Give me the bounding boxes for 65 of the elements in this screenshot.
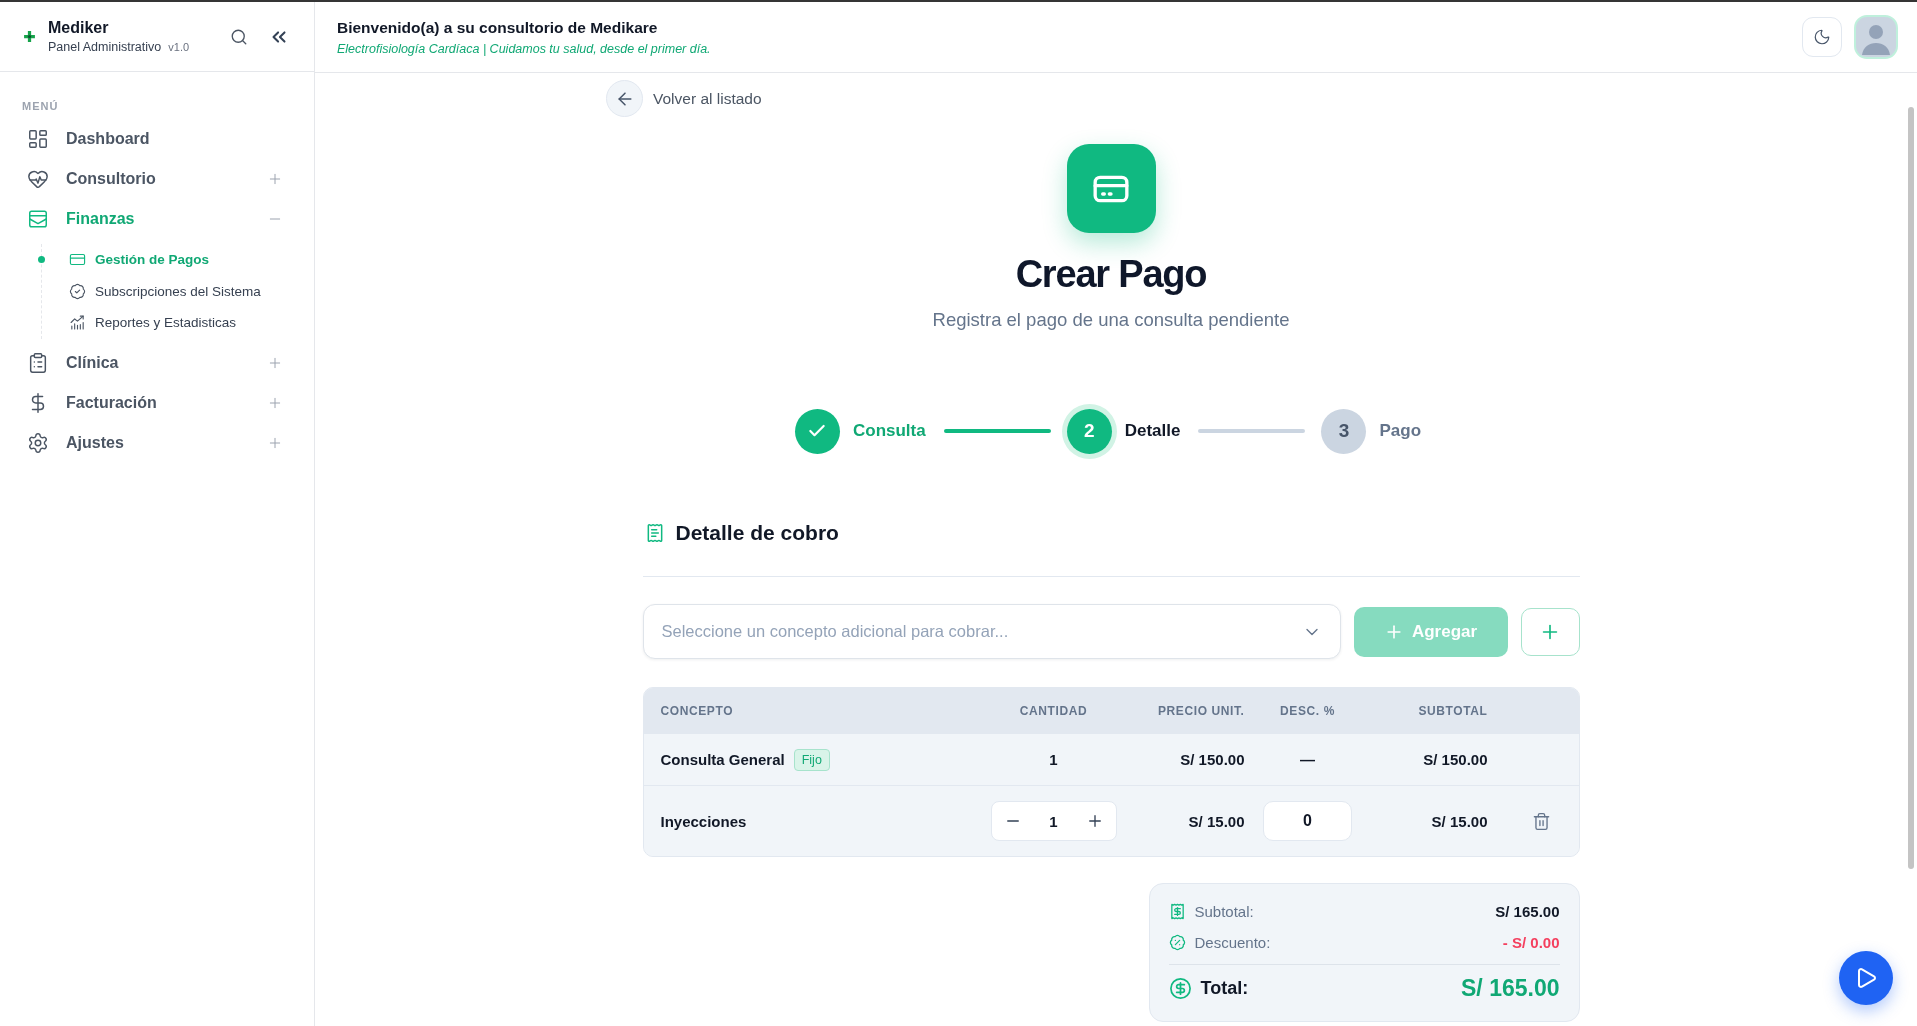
welcome-subtitle: Electrofisiología Cardíaca | Cuidamos tu salud, desde el primer día. [337, 41, 711, 56]
active-dot-icon [38, 256, 45, 264]
nav-item[interactable]: Dashboard [0, 119, 314, 159]
discount-input[interactable]: 0 [1263, 801, 1352, 841]
new-concept-button[interactable] [1520, 607, 1580, 656]
total-value: S/ 165.00 [1461, 974, 1560, 1002]
moon-icon [1813, 28, 1831, 46]
summary-label: Descuento: [1194, 934, 1271, 951]
step-label: Consulta [852, 421, 926, 441]
step-number: 3 [1321, 408, 1367, 454]
quantity-value: 1 [1049, 812, 1058, 830]
dollar-circle-icon [1168, 976, 1192, 1000]
theme-toggle-button[interactable] [1802, 17, 1842, 57]
trash-icon[interactable] [1531, 811, 1551, 831]
column-header: PRECIO UNIT. [1156, 704, 1245, 718]
search-icon[interactable] [230, 27, 248, 46]
nav-item[interactable]: Ajustes [0, 422, 314, 463]
summary-label: Subtotal: [1194, 903, 1254, 920]
nav-item[interactable]: Consultorio [0, 159, 314, 199]
nav-subitem[interactable]: Subscripciones del Sistema [42, 275, 314, 307]
heart-pulse-icon [27, 168, 49, 190]
discount-cell-text: — [1299, 751, 1316, 768]
column-header: SUBTOTAL [1417, 704, 1488, 718]
dashboard-grid-icon [27, 128, 49, 150]
clipboard-icon [27, 351, 49, 374]
unit-price-cell-text: S/ 150.00 [1179, 751, 1245, 768]
fixed-tag: Fijo [793, 748, 830, 771]
back-link[interactable]: Volver al listado [606, 80, 762, 117]
unit-price-cell-text: S/ 15.00 [1187, 812, 1245, 830]
percent-badge-icon [1168, 934, 1186, 951]
badge-check-icon [69, 282, 86, 300]
brand-subtitle: Panel Administrativo [48, 40, 162, 54]
summary-value: S/ 165.00 [1495, 903, 1560, 920]
welcome-title: Bienvenido(a) a su consultorio de Medikare [337, 18, 659, 37]
medical-cross-icon [23, 30, 36, 43]
receipt-icon [1168, 903, 1186, 920]
column-header: CANTIDAD [1018, 704, 1089, 718]
nav-item[interactable]: Facturación [0, 382, 314, 423]
version-label: v1.0 [168, 41, 190, 53]
chart-icon [69, 314, 86, 332]
nav-item[interactable]: Clínica [0, 342, 314, 383]
subtotal-cell-text: S/ 150.00 [1422, 751, 1488, 768]
page-subtitle: Registra el pago de una consulta pendiente [932, 308, 1290, 332]
credit-card-icon [1066, 144, 1156, 233]
page-title: Crear Pago [1015, 252, 1207, 297]
concept-cell: Consulta General [660, 751, 785, 768]
summary-value: - S/ 0.00 [1502, 934, 1560, 951]
subtotal-cell-text: S/ 15.00 [1430, 812, 1488, 830]
gear-icon [27, 431, 49, 454]
step-label: Detalle [1124, 421, 1181, 441]
nav-subitem[interactable]: Reportes y Estadisticas [42, 307, 314, 339]
brand-name: Mediker [48, 19, 110, 37]
quantity-cell-text: 1 [1048, 751, 1059, 768]
scrollbar-thumb[interactable] [1908, 107, 1914, 869]
column-header: CONCEPTO [660, 704, 735, 718]
avatar-icon[interactable] [1854, 15, 1898, 59]
total-label: Total: [1200, 977, 1249, 999]
step-label: Pago [1379, 421, 1421, 441]
play-button[interactable] [1839, 951, 1893, 1005]
menu-label: MENÚ [22, 100, 60, 112]
section-title: Detalle de cobro [675, 520, 839, 546]
column-header: DESC. % [1279, 704, 1336, 718]
envelope-icon [27, 208, 49, 230]
concept-cell: Inyecciones [660, 812, 747, 830]
quantity-stepper[interactable]: 1 [990, 801, 1117, 841]
